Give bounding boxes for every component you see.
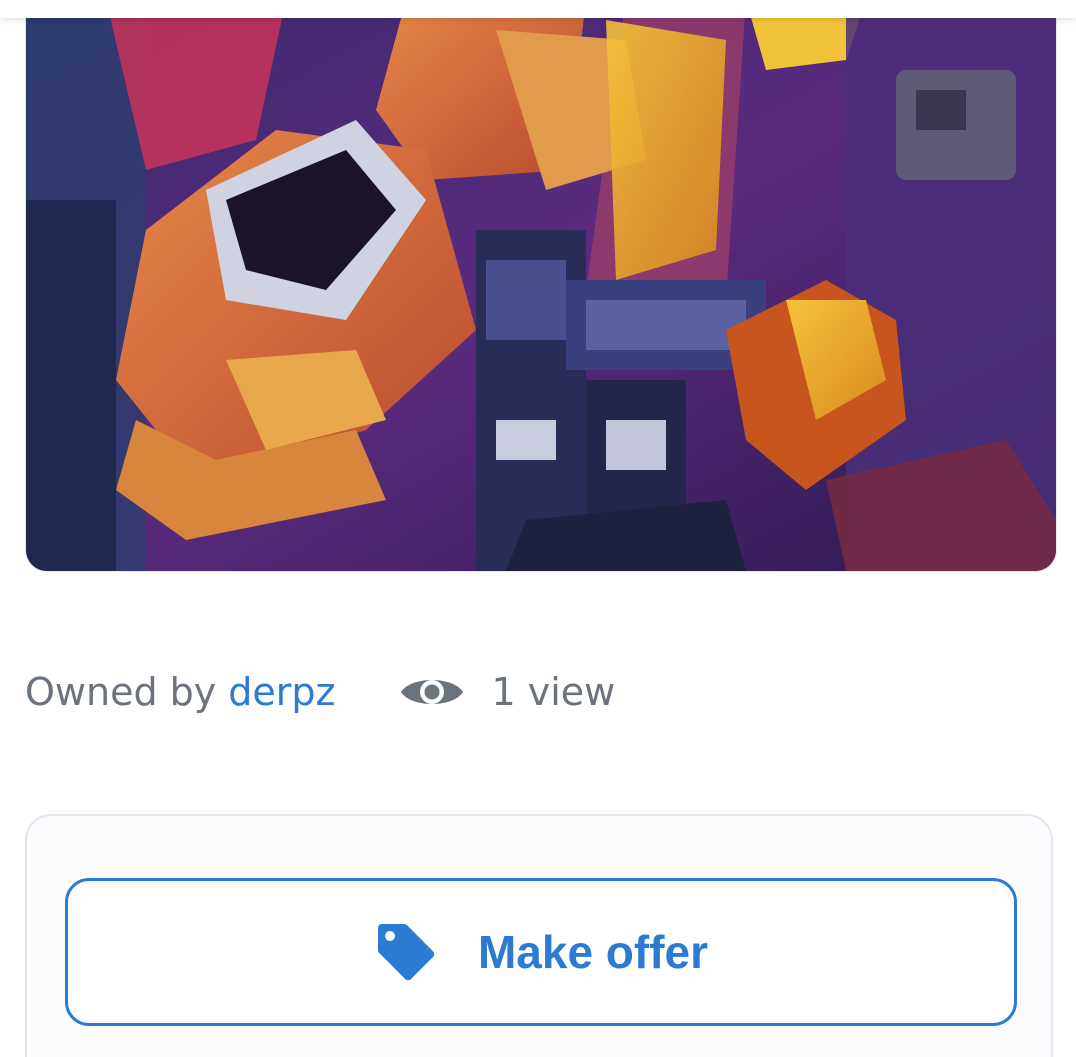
- owned-by-label: Owned by: [25, 670, 217, 714]
- ownership-row: Owned by derpz 1 view: [25, 664, 615, 720]
- views-label: 1 view: [491, 670, 616, 714]
- eye-icon: [399, 670, 465, 714]
- top-header-bar: [0, 0, 1076, 18]
- offer-card: Make offer: [25, 814, 1053, 1057]
- owner-link[interactable]: derpz: [228, 670, 335, 714]
- artwork-illustration: [26, 0, 1056, 571]
- nft-artwork-image[interactable]: [25, 0, 1057, 572]
- make-offer-button[interactable]: Make offer: [65, 878, 1017, 1026]
- views-counter: 1 view: [399, 670, 615, 714]
- nft-detail-page: Owned by derpz 1 view Make offer: [0, 0, 1076, 1057]
- tag-icon: [374, 920, 438, 984]
- make-offer-label: Make offer: [477, 926, 709, 978]
